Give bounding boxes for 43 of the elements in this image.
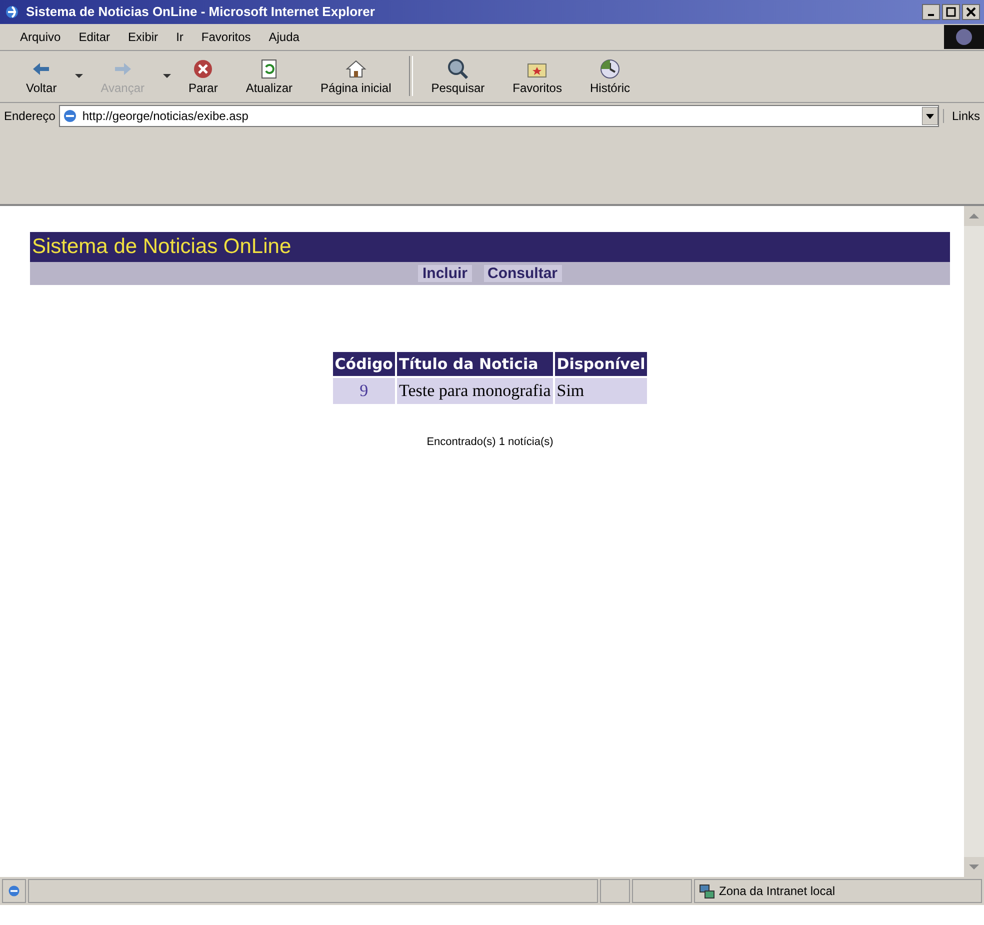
menu-item[interactable]: Ir [176,30,184,44]
menu-item[interactable]: Editar [78,30,110,44]
toolbar-button[interactable]: Página inicial [310,55,402,98]
minimize-icon [928,14,934,16]
minimize-button[interactable] [922,4,940,20]
nav-link[interactable]: Consultar [484,264,562,282]
toolbar-button[interactable]: Atualizar [236,55,303,98]
toolbar-button[interactable]: Pesquisar [421,55,495,98]
maximize-button[interactable] [942,4,960,20]
column-header: Código [332,352,395,376]
network-icon [699,883,715,900]
menu-item[interactable]: Ajuda [268,30,300,44]
links-label[interactable]: Links [942,108,980,123]
nav-link[interactable]: Incluir [418,264,472,282]
toolbar-button[interactable]: Parar [178,55,228,98]
status-panel [600,879,630,903]
status-panel [632,879,692,903]
close-icon [966,6,976,17]
address-field[interactable]: http://george/noticias/exibe.asp [59,104,939,127]
browser-icon [4,4,20,20]
column-header: Título da Noticia [397,352,553,376]
maximize-icon [946,6,956,17]
table-cell: Sim [554,378,648,404]
toolbar-button[interactable]: Favoritos [502,55,572,98]
address-label: Endereço [4,108,56,123]
site-header: Sistema de Noticias OnLine [30,232,950,262]
menu-item[interactable]: Favoritos [201,30,251,44]
toolbar-button[interactable]: Voltar [16,55,67,98]
windows-logo-icon [944,24,984,49]
menu-item[interactable]: Exibir [128,30,158,44]
close-button[interactable] [962,4,980,20]
table-cell: 9 [332,378,395,404]
dropdown-arrow-icon[interactable] [922,106,938,125]
result-count: Encontrado(s) 1 notícia(s) [426,436,554,448]
table-cell: Teste para monografia [397,378,553,404]
history-icon [598,57,622,82]
search-icon [446,57,470,82]
dropdown-arrow-icon[interactable] [74,74,83,78]
column-header: Disponível [554,352,648,376]
menu-item[interactable]: Arquivo [20,30,61,44]
toolbar-button[interactable]: Históric [580,55,640,98]
window-title: Sistema de Noticias OnLine - Microsoft Internet Explorer [26,4,376,20]
zone-label: Zona da Intranet local [719,884,836,898]
